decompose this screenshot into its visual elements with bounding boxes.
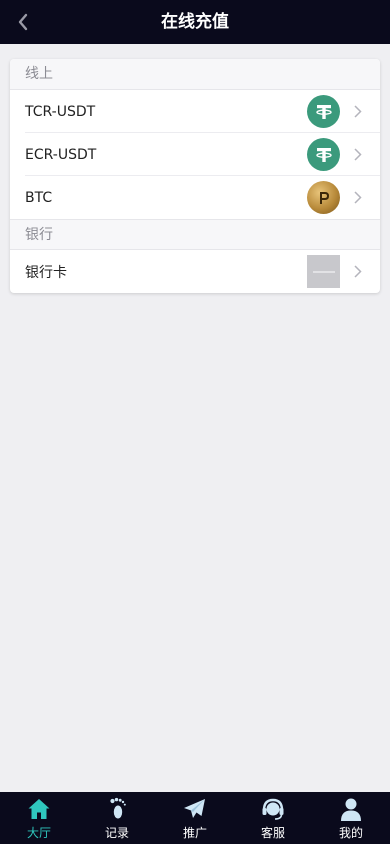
tether-icon [307, 138, 340, 171]
bitcoin-icon [307, 181, 340, 214]
payment-option-ecr-usdt[interactable]: ECR-USDT [10, 133, 380, 176]
tab-promotion[interactable]: 推广 [156, 792, 234, 844]
footprint-icon [110, 797, 126, 819]
payment-option-label: TCR-USDT [25, 103, 96, 120]
section-header-bank: 银行 [10, 219, 380, 250]
payment-option-btc[interactable]: BTC [10, 176, 380, 219]
paper-plane-icon [184, 799, 205, 818]
payment-option-label: ECR-USDT [25, 146, 97, 163]
section-header-online: 线上 [10, 59, 380, 90]
payment-option-label: 银行卡 [25, 264, 67, 281]
payment-option-label: BTC [25, 189, 53, 206]
payment-option-bank-card[interactable]: 银行卡 [10, 250, 380, 293]
chevron-right-icon [354, 191, 362, 204]
tab-label: 推广 [182, 826, 207, 840]
user-icon [341, 798, 361, 821]
chevron-right-icon [354, 265, 362, 278]
tab-records[interactable]: 记录 [78, 792, 156, 844]
tab-label: 客服 [260, 826, 285, 840]
payment-methods-card: 线上 TCR-USDT ECR-USDT BTC 银行 银行卡 [10, 59, 380, 293]
tab-lobby[interactable]: 大厅 [0, 792, 78, 844]
tab-profile[interactable]: 我的 [312, 792, 390, 844]
chevron-right-icon [354, 148, 362, 161]
home-icon [28, 799, 50, 819]
chevron-right-icon [354, 105, 362, 118]
top-bar: 在线充值 [0, 0, 390, 44]
bottom-tab-bar: 大厅 记录 推广 客服 我的 [0, 792, 390, 844]
tab-label: 我的 [338, 826, 363, 840]
tab-label: 记录 [104, 826, 129, 840]
tether-icon [307, 95, 340, 128]
page-title: 在线充值 [161, 12, 229, 32]
headset-icon [262, 798, 284, 820]
tab-label: 大厅 [26, 826, 51, 840]
bank-card-icon [307, 255, 340, 288]
payment-option-tcr-usdt[interactable]: TCR-USDT [10, 90, 380, 133]
tab-customer-service[interactable]: 客服 [234, 792, 312, 844]
